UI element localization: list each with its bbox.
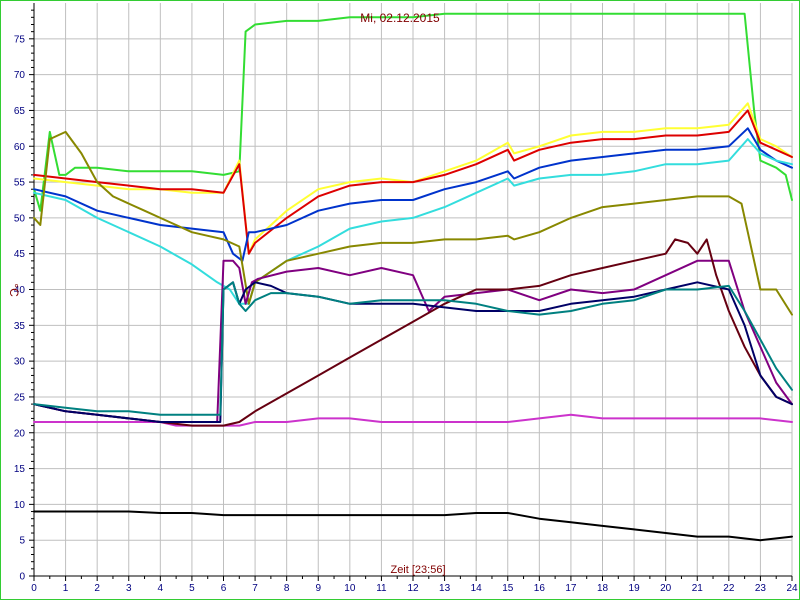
- x-tick-label: 23: [755, 583, 767, 594]
- y-tick-label: 45: [14, 249, 26, 260]
- y-tick-label: 60: [14, 142, 26, 153]
- x-tick-label: 8: [284, 583, 290, 594]
- y-tick-label: 35: [14, 321, 26, 332]
- y-axis-label: °C: [7, 283, 21, 297]
- x-tick-label: 14: [471, 583, 483, 594]
- x-tick-label: 7: [252, 583, 258, 594]
- x-tick-label: 17: [565, 583, 577, 594]
- x-tick-label: 11: [376, 583, 387, 594]
- y-tick-label: 0: [19, 572, 25, 583]
- x-tick-label: 0: [31, 583, 37, 594]
- x-tick-label: 22: [723, 583, 735, 594]
- x-tick-label: 16: [534, 583, 546, 594]
- x-tick-label: 19: [629, 583, 641, 594]
- y-tick-label: 20: [14, 428, 26, 439]
- y-tick-label: 70: [14, 70, 26, 81]
- y-tick-label: 15: [14, 464, 26, 475]
- chart-stage: 0 1 2 3 4 5 6 7 8 9 10 11 12 13 14 15 16 17 18 19 20 21 22 23 24…: [0, 0, 800, 600]
- y-tick-label: 55: [14, 178, 26, 189]
- x-tick-label: 18: [597, 583, 609, 594]
- x-tick-label: 24: [786, 583, 798, 594]
- y-tick-label: 10: [14, 500, 26, 511]
- x-tick-label: 6: [221, 583, 227, 594]
- y-tick-label: 25: [14, 392, 26, 403]
- x-tick-label: 13: [439, 583, 451, 594]
- y-tick-label: 75: [14, 34, 26, 45]
- y-tick-label: 50: [14, 213, 26, 224]
- x-tick-label: 2: [94, 583, 100, 594]
- x-tick-label: 4: [158, 583, 164, 594]
- y-tick-label: 5: [19, 536, 25, 547]
- x-tick-label: 10: [344, 583, 356, 594]
- x-tick-label: 9: [315, 583, 321, 594]
- y-tick-label: 65: [14, 106, 26, 117]
- x-tick-label: 5: [189, 583, 195, 594]
- x-axis-label: Zeit [23:56]: [390, 564, 445, 576]
- x-tick-label: 3: [126, 583, 132, 594]
- temperature-line-chart: 0 1 2 3 4 5 6 7 8 9 10 11 12 13 14 15 16 17 18 19 20 21 22 23 24…: [0, 0, 800, 600]
- x-tick-label: 20: [660, 583, 672, 594]
- x-tick-label: 1: [63, 583, 69, 594]
- x-tick-label: 15: [502, 583, 514, 594]
- x-tick-label: 12: [407, 583, 419, 594]
- chart-title: Mi, 02.12.2015: [360, 11, 440, 25]
- x-tick-label: 21: [692, 583, 704, 594]
- y-tick-label: 30: [14, 357, 26, 368]
